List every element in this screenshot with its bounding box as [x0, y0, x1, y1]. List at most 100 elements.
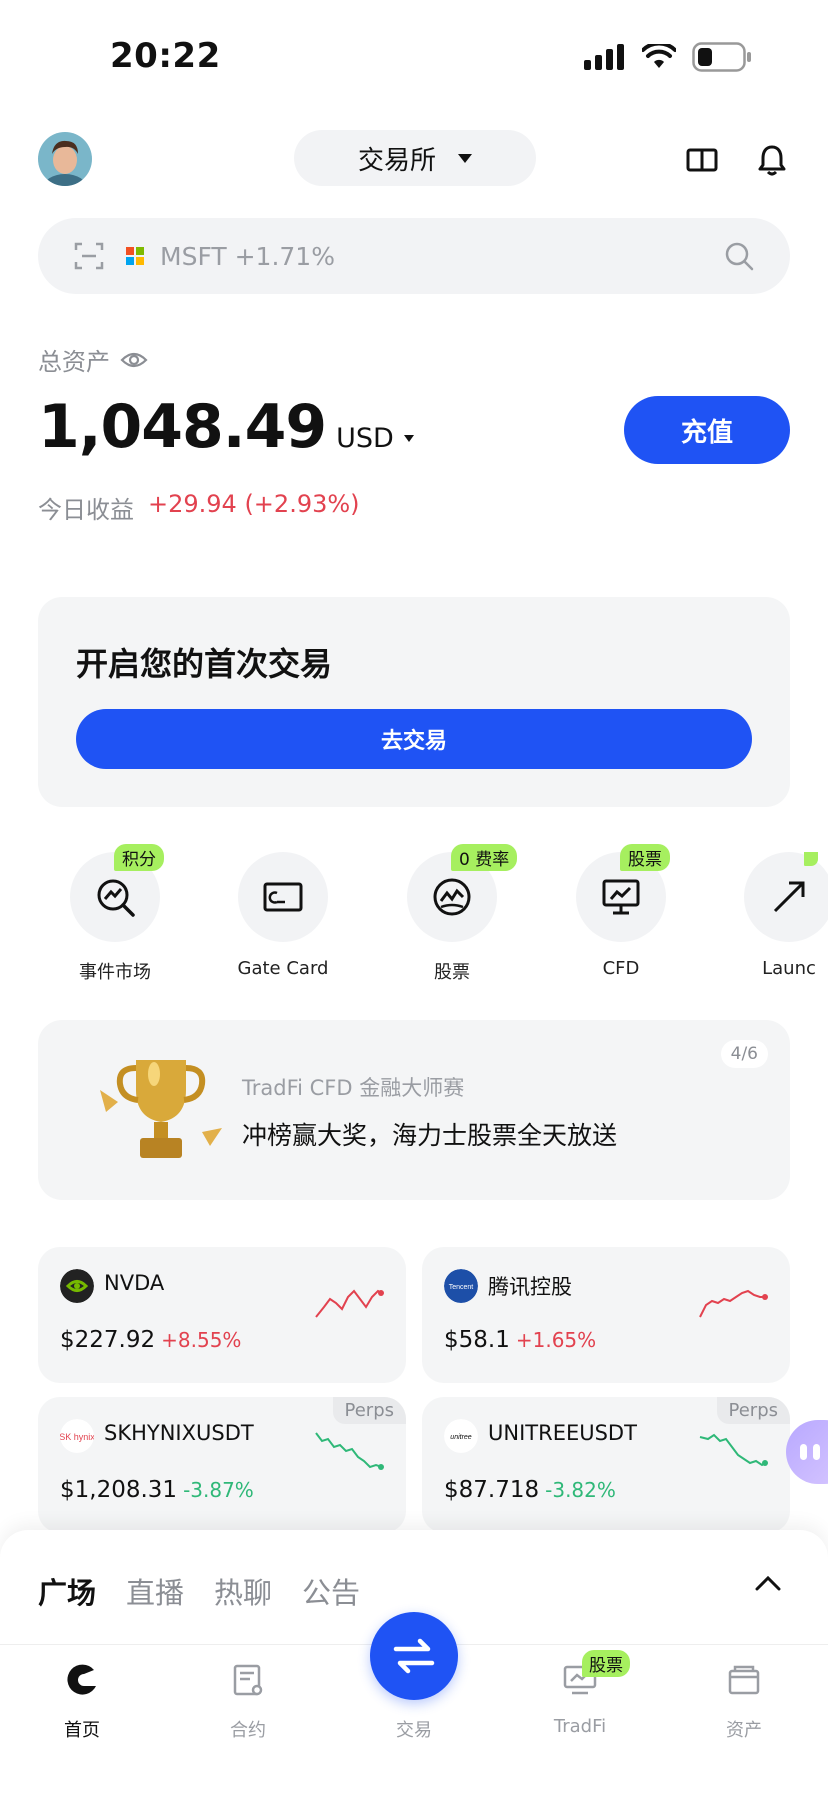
currency-label: USD: [336, 423, 394, 454]
futures-icon: [233, 1664, 263, 1696]
ticker-price: $58.1: [444, 1327, 510, 1353]
search-ticker-text: MSFT +1.71%: [160, 241, 335, 271]
status-time: 20:22: [110, 36, 221, 76]
ticker-card-skhynix[interactable]: Perps SK hynix SKHYNIXUSDT $1,208.31 -3.8…: [38, 1397, 406, 1533]
avatar[interactable]: [38, 132, 92, 186]
deposit-button[interactable]: 充值: [624, 396, 790, 464]
ticker-symbol: UNITREEUSDT: [488, 1421, 637, 1445]
total-assets-label-group: 总资产: [38, 342, 148, 377]
ticker-card-nvda[interactable]: NVDA $227.92 +8.55%: [38, 1247, 406, 1383]
ticker-price-row: $1,208.31 -3.87%: [60, 1477, 254, 1503]
today-pnl: 今日收益 +29.94 (+2.93%): [38, 490, 360, 525]
tab-live[interactable]: 直播: [126, 1570, 184, 1612]
chevron-up-icon[interactable]: [754, 1574, 782, 1592]
ticker-price-row: $58.1 +1.65%: [444, 1327, 596, 1353]
card-icon: [263, 882, 303, 912]
nav-label: 合约: [230, 1720, 266, 1741]
cfd-icon: [602, 879, 640, 915]
today-pnl-value: +29.94 (+2.93%): [148, 490, 360, 518]
nav-trade[interactable]: 交易: [354, 1658, 474, 1742]
nav-home[interactable]: 首页: [22, 1658, 142, 1742]
ticker-price: $227.92: [60, 1327, 156, 1353]
shortcut-label: 事件市场: [79, 962, 151, 983]
nav-label: 资产: [726, 1720, 762, 1741]
bot-eye: [800, 1444, 807, 1460]
banner-subtitle: TradFi CFD 金融大师赛: [242, 1076, 465, 1100]
first-trade-card: 开启您的首次交易 去交易: [38, 597, 790, 807]
balance-value: 1,048.49: [38, 392, 327, 462]
microsoft-logo-icon: [126, 247, 144, 265]
tab-hot-chat[interactable]: 热聊: [214, 1570, 272, 1612]
shortcut-gate-card[interactable]: Gate Card: [198, 852, 368, 979]
wifi-icon: [642, 44, 676, 68]
nav-tradfi[interactable]: 股票 TradFi: [520, 1650, 640, 1737]
nvidia-logo-icon: [60, 1269, 94, 1303]
home-icon: [67, 1664, 96, 1695]
nav-badge: 股票: [582, 1650, 630, 1677]
shortcut-event-market[interactable]: 积分 事件市场: [30, 844, 200, 984]
sk-hynix-logo-icon: SK hynix: [60, 1419, 94, 1453]
wallet-icon: [728, 1665, 760, 1695]
shortcut-badge: 股票: [620, 844, 670, 871]
perps-badge: Perps: [332, 1397, 406, 1424]
nav-assets[interactable]: 资产: [684, 1658, 804, 1742]
total-assets-label: 总资产: [38, 348, 110, 376]
ticker-change: +1.65%: [515, 1328, 597, 1352]
stocks-icon: [433, 878, 471, 916]
sparkline-down: [315, 1432, 384, 1470]
ticker-price-row: $227.92 +8.55%: [60, 1327, 241, 1353]
balance: 1,048.49 USD: [38, 392, 414, 462]
bell-icon[interactable]: [752, 140, 792, 180]
currency-selector[interactable]: USD: [336, 423, 414, 454]
ticker-price: $87.718: [444, 1477, 540, 1503]
ticker-symbol: 腾讯控股: [488, 1275, 572, 1299]
bot-eye: [813, 1444, 820, 1460]
search-icon[interactable]: [724, 241, 754, 271]
tencent-logo-icon: Tencent: [444, 1269, 478, 1303]
tab-square[interactable]: 广场: [38, 1570, 96, 1612]
ticker-price: $1,208.31: [60, 1477, 178, 1503]
shortcut-badge: 0 费率: [451, 844, 518, 871]
shortcut-label: 股票: [434, 962, 470, 983]
shortcut-launch-clip: Launc: [704, 852, 828, 992]
unitree-logo-text: unitree: [450, 1434, 472, 1441]
shortcut-cfd[interactable]: 股票 CFD: [536, 844, 706, 979]
shortcut-label: Launc: [762, 958, 816, 979]
first-trade-title: 开启您的首次交易: [76, 645, 333, 683]
shortcut-stocks[interactable]: 0 费率 股票: [367, 844, 537, 984]
ticker-change: -3.87%: [183, 1478, 254, 1502]
eye-icon[interactable]: [120, 350, 148, 370]
nav-label: 交易: [396, 1720, 432, 1741]
banner-page-indicator: 4/6: [720, 1040, 768, 1068]
ticker-change: -3.82%: [545, 1478, 616, 1502]
tab-announcements[interactable]: 公告: [302, 1570, 360, 1612]
ticker-symbol: NVDA: [104, 1271, 165, 1295]
nav-futures[interactable]: 合约: [188, 1658, 308, 1742]
nav-label: 首页: [64, 1720, 100, 1741]
sparkline-up: [315, 1289, 384, 1318]
assistant-bot-button[interactable]: [786, 1420, 828, 1484]
shortcut-badge: 积分: [114, 844, 164, 871]
perps-badge: Perps: [716, 1397, 790, 1424]
split-view-icon[interactable]: [682, 140, 722, 180]
ticker-price-row: $87.718 -3.82%: [444, 1477, 616, 1503]
trophy-icon: [100, 1060, 222, 1158]
exchange-label: 交易所: [357, 145, 436, 176]
exchange-selector[interactable]: 交易所: [294, 130, 536, 186]
shortcut-badge: [804, 852, 818, 866]
go-trade-button[interactable]: 去交易: [76, 709, 752, 769]
signal-icon: [584, 44, 624, 70]
ticker-card-tencent[interactable]: Tencent 腾讯控股 $58.1 +1.65%: [422, 1247, 790, 1383]
feed-tabs: 广场 直播 热聊 公告: [38, 1570, 360, 1612]
sparkline-up: [699, 1289, 768, 1318]
ticker-change: +8.55%: [161, 1328, 242, 1352]
promo-banner[interactable]: 4/6 TradFi CFD 金融大师赛 冲榜赢大奖，海力士股票全天放送: [38, 1020, 790, 1200]
today-pnl-label: 今日收益: [38, 496, 134, 524]
ticker-card-unitree[interactable]: Perps unitree UNITREEUSDT $87.718 -3.82%: [422, 1397, 790, 1533]
sk-logo-text: SK hynix: [60, 1432, 94, 1442]
unitree-logo-icon: unitree: [444, 1419, 478, 1453]
search-bar[interactable]: MSFT +1.71%: [38, 218, 790, 294]
tencent-logo-text: Tencent: [449, 1284, 474, 1291]
shortcut-launch[interactable]: Launc: [704, 852, 828, 979]
scan-icon[interactable]: [74, 241, 104, 271]
